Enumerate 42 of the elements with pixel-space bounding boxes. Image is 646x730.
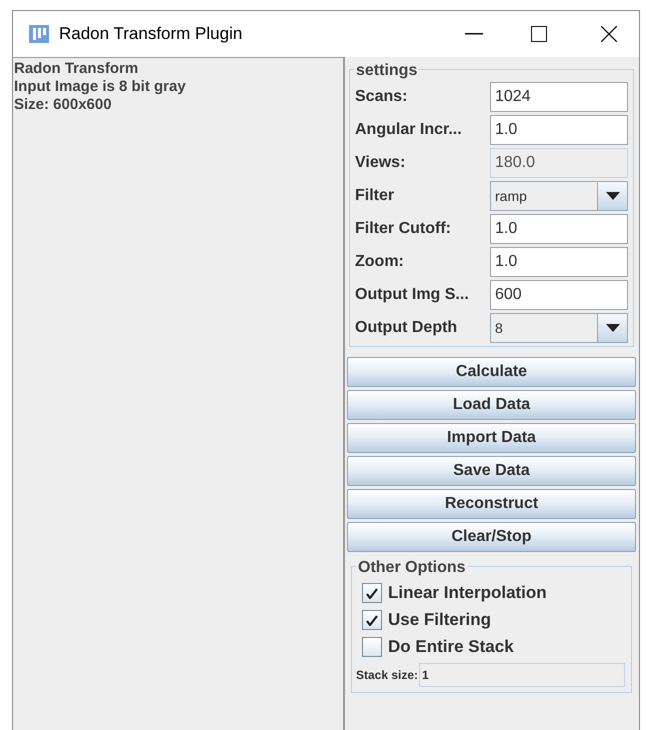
field-label: Zoom: — [355, 252, 404, 272]
input-field[interactable]: 1024 — [490, 82, 628, 112]
checkmark-icon — [366, 614, 378, 626]
window-title: Radon Transform Plugin — [59, 23, 242, 46]
maximize-icon[interactable] — [531, 26, 547, 42]
log-line: Radon Transform — [14, 60, 140, 78]
dropdown[interactable]: ramp — [490, 181, 628, 211]
checkbox[interactable] — [362, 583, 382, 603]
close-icon[interactable] — [601, 26, 617, 42]
checkbox[interactable] — [362, 637, 382, 657]
action-button[interactable]: Calculate — [347, 357, 636, 387]
input-field[interactable]: 600 — [490, 280, 628, 310]
field-label: Angular Incr... — [355, 120, 462, 140]
input-field[interactable]: 1.0 — [490, 214, 628, 244]
log-line: Input Image is 8 bit gray — [14, 78, 187, 96]
dropdown-value: 8 — [494, 318, 504, 338]
app-logo-icon — [29, 25, 49, 43]
field-label: Filter — [355, 186, 394, 206]
action-button[interactable]: Save Data — [347, 456, 636, 486]
input-field[interactable]: 1.0 — [490, 115, 628, 145]
checkbox-label: Use Filtering — [388, 609, 491, 632]
action-button[interactable]: Clear/Stop — [347, 522, 636, 552]
dropdown-value: ramp — [494, 186, 528, 206]
checkbox-label: Linear Interpolation — [388, 582, 547, 604]
field-label: Filter Cutoff: — [355, 219, 451, 239]
action-button[interactable]: Reconstruct — [347, 489, 636, 519]
action-button[interactable]: Import Data — [347, 423, 636, 453]
action-button[interactable]: Load Data — [347, 390, 636, 420]
checkmark-icon — [366, 587, 378, 599]
field-label: Output Img S... — [355, 285, 469, 305]
field-label: Views: — [355, 153, 406, 173]
checkbox-label: Do Entire Stack — [388, 636, 514, 658]
field-label: Scans: — [355, 87, 408, 107]
input-field[interactable]: 1 — [419, 663, 625, 687]
field-label: Output Depth — [355, 318, 458, 338]
dropdown[interactable]: 8 — [490, 313, 628, 343]
log-line: Size: 600x600 — [14, 96, 113, 114]
stack-size-label: Stack size: — [356, 667, 418, 684]
input-field[interactable]: 180.0 — [490, 148, 628, 178]
minimize-icon[interactable] — [465, 33, 483, 35]
checkbox[interactable] — [362, 610, 382, 630]
input-field[interactable]: 1.0 — [490, 247, 628, 277]
